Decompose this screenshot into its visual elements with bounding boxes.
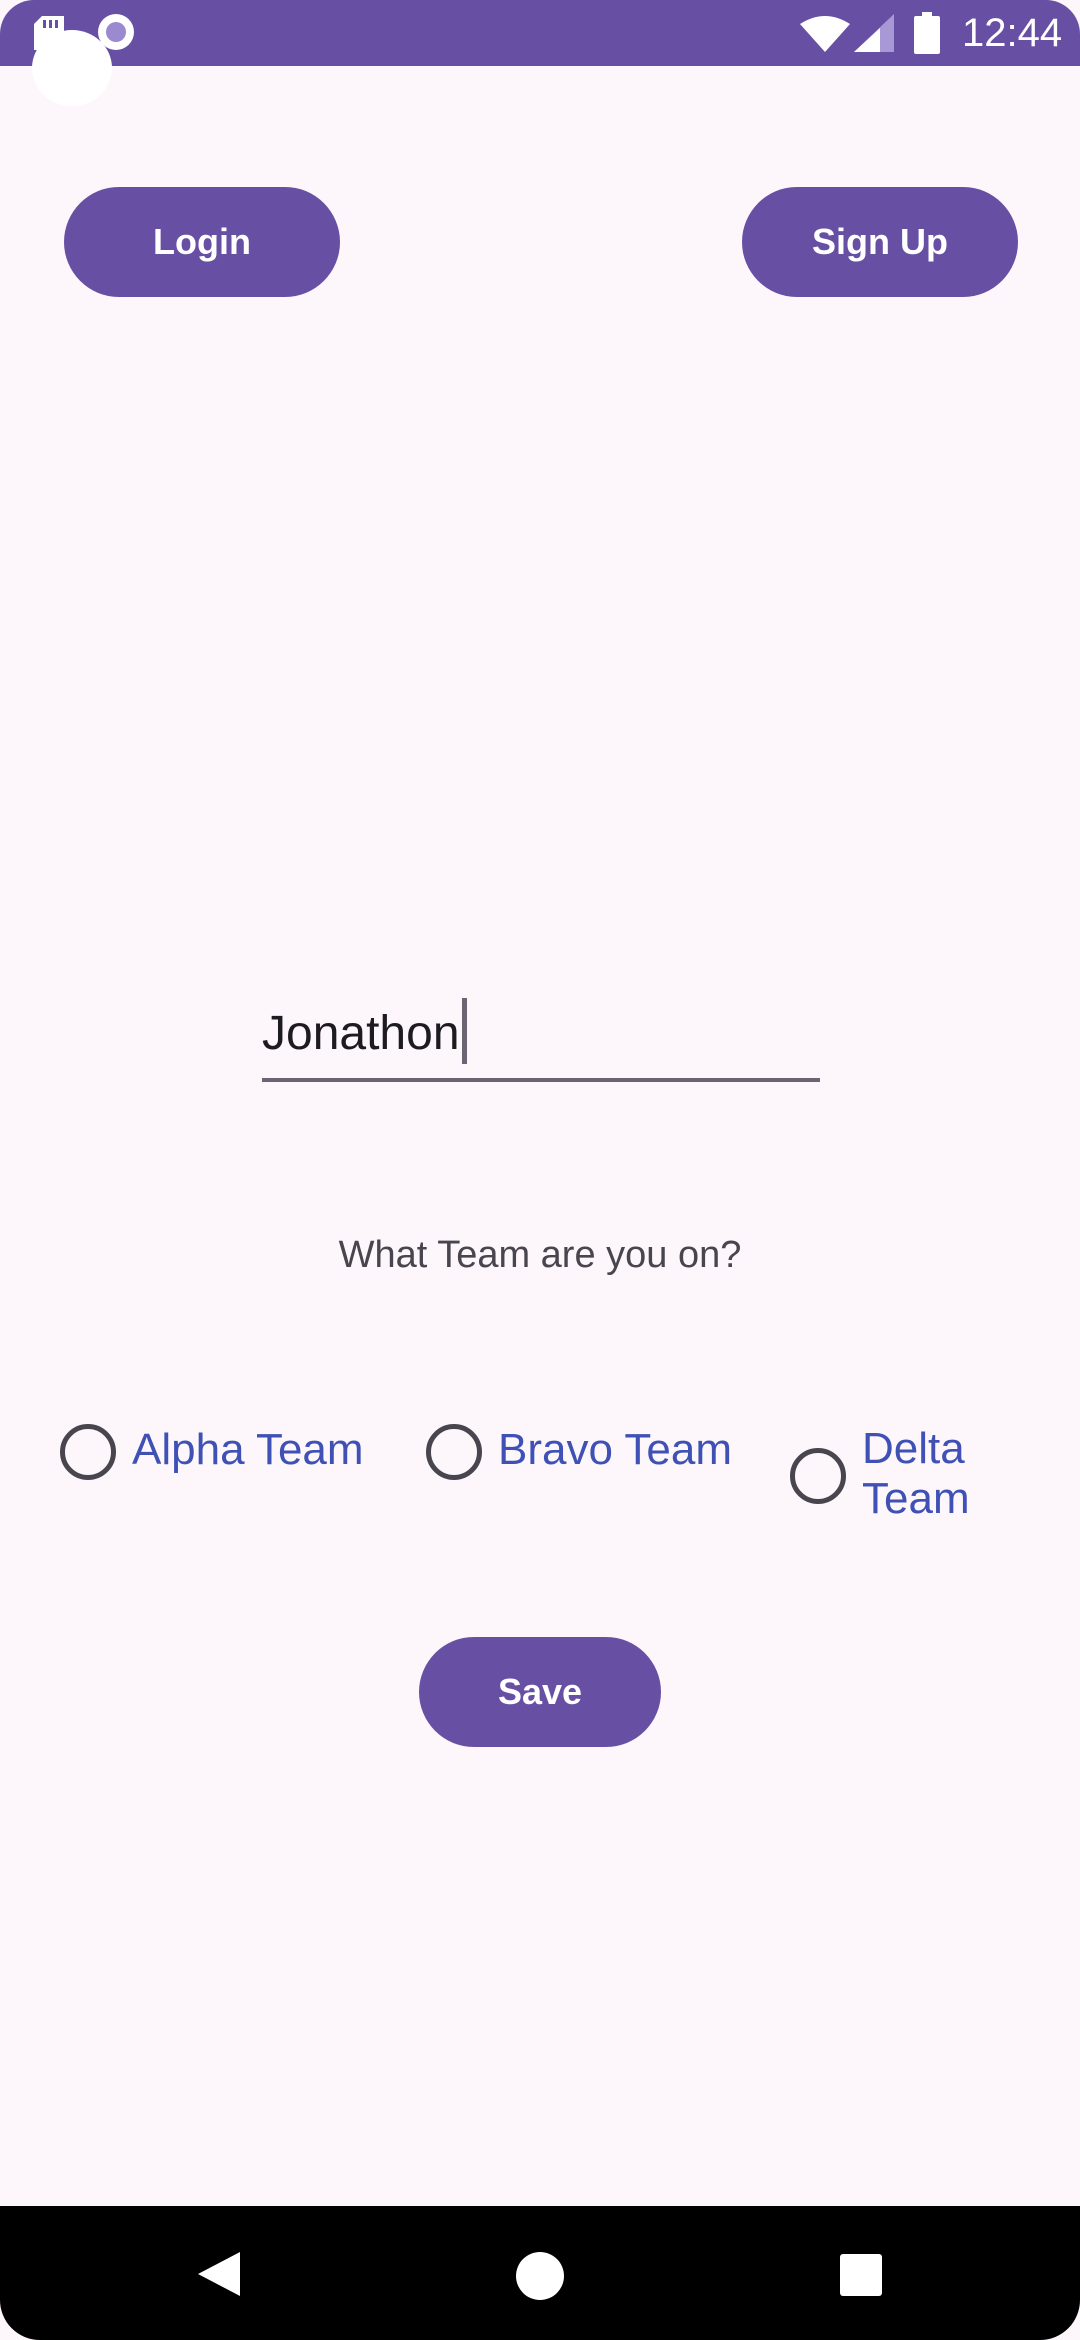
radio-bravo-team[interactable]: Bravo Team — [426, 1424, 732, 1480]
back-icon[interactable] — [196, 2250, 244, 2298]
radio-button-icon — [426, 1424, 482, 1480]
text-cursor — [462, 998, 467, 1064]
app-screen: 12:44 Login Sign Up Jonathon What Team a… — [0, 0, 1080, 2340]
name-input[interactable]: Jonathon — [262, 990, 820, 1082]
home-icon[interactable] — [516, 2252, 564, 2300]
radio-delta-team[interactable]: Delta Team — [790, 1424, 992, 1520]
radio-label-bravo: Bravo Team — [498, 1425, 732, 1474]
sign-up-button[interactable]: Sign Up — [742, 187, 1018, 297]
radio-label-delta: Delta Team — [862, 1424, 970, 1520]
status-bar: 12:44 — [0, 0, 1080, 66]
recents-icon[interactable] — [840, 2254, 882, 2296]
signal-icon — [854, 14, 894, 52]
radio-alpha-team[interactable]: Alpha Team — [60, 1424, 364, 1480]
navigation-bar — [0, 2206, 1080, 2340]
radio-button-icon — [60, 1424, 116, 1480]
battery-icon — [914, 12, 940, 54]
login-button[interactable]: Login — [64, 187, 340, 297]
radio-label-alpha: Alpha Team — [132, 1425, 364, 1474]
camera-cutout — [32, 30, 112, 106]
status-clock: 12:44 — [962, 11, 1063, 55]
wifi-icon — [800, 16, 850, 52]
team-question: What Team are you on? — [338, 1234, 742, 1276]
save-button[interactable]: Save — [419, 1637, 661, 1747]
name-input-value: Jonathon — [262, 1007, 460, 1060]
radio-button-icon — [790, 1448, 846, 1504]
